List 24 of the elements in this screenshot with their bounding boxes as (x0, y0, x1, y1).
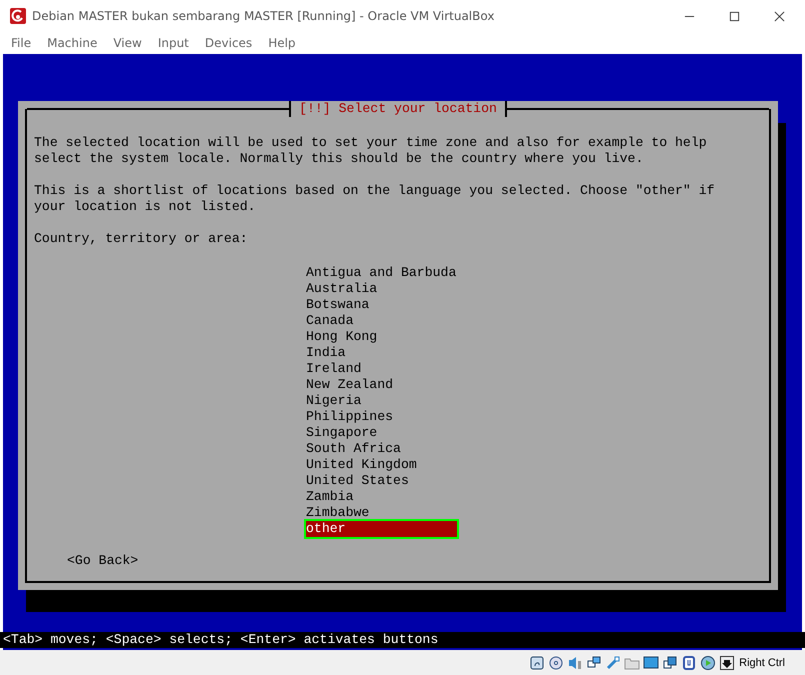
chip-icon[interactable] (681, 654, 698, 670)
paragraph: The selected location will be used to set your time zone and also for example to help select the system locale. Normally this should be the country where you live. (34, 135, 708, 167)
go-back-button[interactable]: <Go Back> (67, 553, 138, 569)
menu-item[interactable]: File (11, 36, 32, 50)
menu-item[interactable]: Input (158, 36, 189, 50)
menu-item[interactable]: Machine (47, 36, 98, 50)
dialog-title: [!!] Select your location (289, 101, 507, 117)
display-icon[interactable] (643, 654, 660, 670)
menu-item[interactable]: Devices (204, 36, 252, 50)
maximize-icon[interactable] (729, 10, 740, 22)
usb-icon[interactable] (605, 654, 622, 670)
close-icon[interactable] (774, 10, 785, 22)
menu-item[interactable]: View (113, 36, 142, 50)
optical-disc-icon[interactable] (548, 654, 564, 670)
host-key-label: Right Ctrl (739, 656, 785, 668)
window-title: Debian MASTER bukan sembarang MASTER [Running] - Oracle VM VirtualBox (32, 9, 496, 23)
prompt-text: Country, territory or area: (34, 231, 249, 247)
network-icon[interactable] (586, 654, 602, 670)
arrow-down-icon[interactable] (719, 654, 736, 670)
windows-icon[interactable] (662, 654, 678, 670)
paragraph: This is a shortlist of locations based on the language you selected. Choose "other" if your location is not listed. (34, 183, 716, 215)
list-item[interactable]: other (304, 519, 459, 539)
menu-item[interactable]: Help (268, 36, 296, 50)
app-icon (10, 8, 26, 24)
